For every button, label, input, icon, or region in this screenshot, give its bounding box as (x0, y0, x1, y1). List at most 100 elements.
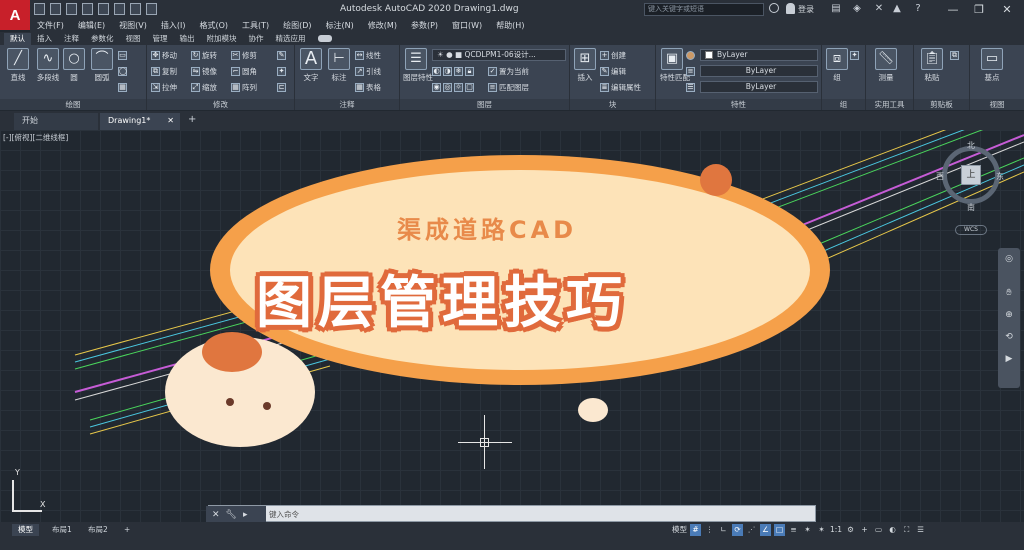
menu-tools[interactable]: 工具(T) (235, 20, 276, 31)
model-space-button[interactable]: 模型 (672, 524, 687, 536)
auto-scale-icon[interactable]: ✶ (816, 524, 827, 536)
grid-icon[interactable]: # (690, 524, 701, 536)
rectangle-tool[interactable]: ▭ (118, 49, 127, 61)
menu-draw[interactable]: 绘图(D) (276, 20, 318, 31)
tab-insert[interactable]: 插入 (31, 33, 58, 45)
arc-tool[interactable]: ⌒ 圆弧 (90, 48, 114, 83)
undo-icon[interactable] (130, 3, 141, 15)
close-command-icon[interactable]: ✕ (212, 510, 220, 520)
table-tool[interactable]: ▦ 表格 (355, 81, 381, 93)
layer-tools-row2[interactable]: ◉ ◎ ☼ ▢ (432, 81, 474, 93)
tab-annotate[interactable]: 注释 (58, 33, 85, 45)
minimize-button[interactable]: — (940, 0, 966, 19)
redo-icon[interactable] (146, 3, 157, 15)
menu-file[interactable]: 文件(F) (30, 20, 71, 31)
tab-manage[interactable]: 管理 (147, 33, 174, 45)
dimension-tool[interactable]: ⊢ 标注 (327, 48, 351, 83)
wcs-menu[interactable]: WCS (955, 225, 987, 235)
group-tool[interactable]: ⧈ 组 (825, 48, 849, 83)
workspace-gear-icon[interactable]: ⚙ (845, 524, 856, 536)
block-panel-title[interactable]: 块 (570, 99, 655, 110)
menu-parametric[interactable]: 参数(P) (404, 20, 445, 31)
array-tool[interactable]: ▦ 阵列 (231, 81, 257, 93)
steering-wheel-icon[interactable]: ◎ (1002, 254, 1016, 266)
explode-tool[interactable]: ✦ (277, 65, 286, 77)
isodraft-icon[interactable]: ⋰ (746, 524, 757, 536)
layer-tools-row1[interactable]: ◐ ◑ ❄ 🔒︎ (432, 65, 474, 77)
draw-panel-title[interactable]: 绘图 (0, 99, 146, 110)
viewcube-east[interactable]: 东 (996, 171, 1004, 182)
stretch-tool[interactable]: ⇲ 拉伸 (151, 81, 177, 93)
autodesk-app-icon[interactable]: ◈ (851, 3, 863, 15)
edit-attributes-button[interactable]: ≣ 编辑属性 (600, 81, 641, 93)
offset-tool[interactable]: ⊏ (277, 81, 286, 93)
line-tool[interactable]: ╱ 直线 (6, 48, 30, 83)
properties-panel-title[interactable]: 特性 (656, 99, 821, 110)
view-panel-title[interactable]: 视图 (970, 99, 1024, 110)
erase-tool[interactable]: ✎ (277, 49, 286, 61)
save-icon[interactable] (66, 3, 77, 15)
layers-panel-title[interactable]: 图层 (400, 99, 569, 110)
make-current-button[interactable]: ✓ 置为当前 (488, 65, 529, 77)
command-line[interactable]: ✕ 🔧︎ ▸ 键入命令 (206, 505, 816, 523)
tab-layout2[interactable]: 布局2 (82, 524, 114, 536)
viewcube[interactable]: 上 北 南 东 西 (936, 140, 1006, 213)
copy-tool[interactable]: ⧉ 复制 (151, 65, 177, 77)
zoom-icon[interactable]: ⊕ (1002, 310, 1016, 322)
add-layout-button[interactable]: + (118, 524, 136, 536)
paste-tool[interactable]: 📋︎ 粘贴 (920, 48, 944, 83)
menu-help[interactable]: 帮助(H) (489, 20, 531, 31)
tab-model[interactable]: 模型 (12, 524, 39, 536)
restore-button[interactable]: ❐ (966, 0, 992, 19)
search-input[interactable]: 键入关键字或短语 (644, 3, 764, 16)
tab-output[interactable]: 输出 (174, 33, 201, 45)
tab-start[interactable]: 开始 (14, 113, 98, 130)
text-tool[interactable]: A 文字 (299, 48, 323, 83)
linear-dim-tool[interactable]: ↔ 线性 (355, 49, 381, 61)
exchange-icon[interactable]: ✕ (873, 3, 885, 15)
pan-icon[interactable]: ✋︎ (1002, 288, 1016, 300)
recent-commands-icon[interactable]: ▸ (243, 510, 248, 520)
polyline-tool[interactable]: ∿ 多段线 (34, 48, 62, 83)
tab-parametric[interactable]: 参数化 (85, 33, 120, 45)
copy-clip-button[interactable]: ⧉ (950, 49, 959, 61)
scale-tool[interactable]: ⤢ 缩放 (191, 81, 217, 93)
object-snap-tracking-icon[interactable]: ∠ (760, 524, 771, 536)
tab-addins[interactable]: 附加模块 (201, 33, 243, 45)
ellipse-tool[interactable]: ◯ (118, 65, 127, 77)
cart-icon[interactable]: ▤ (830, 3, 842, 15)
tab-drawing1[interactable]: Drawing1* ✕ (100, 113, 180, 130)
create-block-button[interactable]: + 创建 (600, 49, 626, 61)
menu-view[interactable]: 视图(V) (112, 20, 154, 31)
command-input[interactable]: 键入命令 (269, 509, 299, 520)
viewcube-north[interactable]: 北 (967, 140, 975, 151)
menu-format[interactable]: 格式(O) (192, 20, 235, 31)
save-as-icon[interactable] (82, 3, 93, 15)
customize-command-icon[interactable]: 🔧︎ (226, 510, 237, 520)
groups-panel-title[interactable]: 组 (822, 99, 865, 110)
web-mobile-icon[interactable] (98, 3, 109, 15)
tab-collaborate[interactable]: 协作 (243, 33, 270, 45)
clipboard-panel-title[interactable]: 剪贴板 (914, 99, 969, 110)
viewport-controls[interactable]: [-][俯视][二维线框] (3, 132, 68, 143)
layer-properties-tool[interactable]: ☰ 图层特性 (403, 48, 433, 83)
units-icon[interactable]: ▭ (873, 524, 884, 536)
menu-window[interactable]: 窗口(W) (445, 20, 489, 31)
polar-icon[interactable]: ⟳ (732, 524, 743, 536)
new-tab-button[interactable]: + (188, 114, 196, 125)
menu-edit[interactable]: 编辑(E) (71, 20, 112, 31)
color-dropdown[interactable]: ByLayer (700, 49, 818, 61)
rotate-tool[interactable]: ↻ 旋转 (191, 49, 217, 61)
annotation-panel-title[interactable]: 注释 (295, 99, 399, 110)
showmotion-icon[interactable]: ▶ (1002, 354, 1016, 366)
trim-tool[interactable]: ✂ 修剪 (231, 49, 257, 61)
tab-featured-apps[interactable]: 精选应用 (270, 33, 312, 45)
tab-view[interactable]: 视图 (120, 33, 147, 45)
login-link[interactable]: 登录 (798, 4, 814, 15)
isolate-objects-icon[interactable]: ◐ (887, 524, 898, 536)
viewcube-south[interactable]: 南 (967, 202, 975, 213)
user-icon[interactable] (786, 3, 795, 14)
hatch-tool[interactable]: ▦ (118, 81, 127, 93)
lineweight-toggle-icon[interactable]: ≡ (788, 524, 799, 536)
measure-tool[interactable]: 📏︎ 测量 (874, 48, 898, 83)
